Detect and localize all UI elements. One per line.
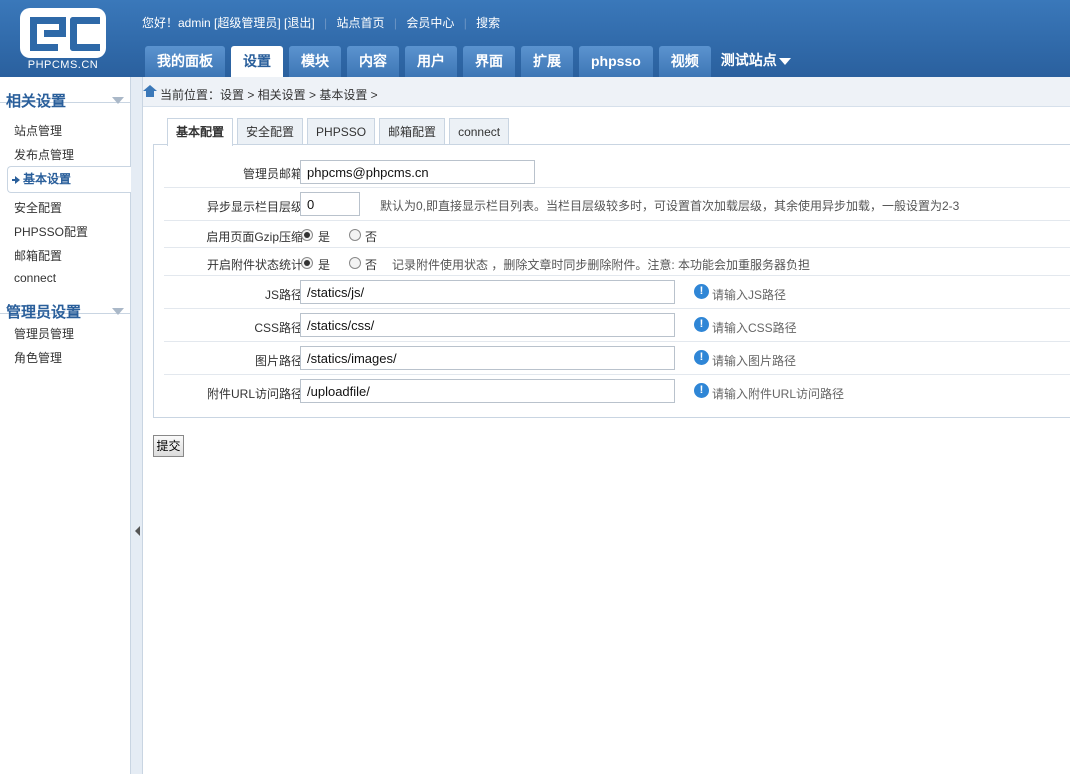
nav-panel[interactable]: 我的面板 (145, 46, 225, 77)
image-path-label: 图片路径 (254, 354, 303, 368)
nav-extensions[interactable]: 扩展 (521, 46, 573, 77)
tab-basic-config[interactable]: 基本配置 (167, 118, 234, 146)
gzip-yes-radio[interactable] (301, 229, 313, 241)
sidebar-group-title: 管理员设置 (6, 304, 82, 321)
sidebar: 相关设置 站点管理 发布点管理 基本设置 安全配置 PHPSSO配置 邮箱配置 … (0, 77, 131, 774)
sidebar-item-site-management[interactable]: 站点管理 (14, 122, 62, 139)
css-path-input[interactable] (300, 313, 675, 337)
sidebar-item-admin-management[interactable]: 管理员管理 (14, 325, 74, 342)
image-path-tip: 请输入图片路径 (712, 354, 797, 368)
sidebar-item-email[interactable]: 邮箱配置 (14, 247, 62, 264)
main-nav: 我的面板 设置 模块 内容 用户 界面 扩展 phpsso 视频 测试站点 (145, 46, 795, 77)
image-path-input[interactable] (300, 346, 675, 370)
member-center-link[interactable]: 会员中心 (406, 16, 454, 30)
attachment-stat-hint: 记录附件使用状态 ，删除文章时同步删除附件。注意: 本功能会加重服务器负担 (392, 258, 811, 272)
breadcrumb-bar: 当前位置：设置 > 相关设置 > 基本设置 > (143, 77, 1070, 107)
chevron-down-icon (112, 308, 124, 315)
caret-down-icon (778, 57, 791, 65)
sidebar-group-title: 相关设置 (6, 93, 67, 110)
tab-security-config[interactable]: 安全配置 (237, 118, 304, 145)
top-links: 您好！admin [超级管理员] [退出] | 站点首页 | 会员中心 | 搜索 (142, 14, 500, 31)
css-path-tip: 请输入CSS路径 (712, 321, 797, 335)
attachment-stat-no-radio[interactable] (349, 257, 361, 269)
js-path-input[interactable] (300, 280, 675, 304)
sidebar-item-label: 基本设置 (23, 172, 72, 186)
divider: | (393, 16, 397, 30)
site-selector[interactable]: 测试站点 (717, 46, 795, 77)
logo[interactable]: PHPCMS.CN (18, 8, 108, 71)
gzip-no-label[interactable]: 否 (365, 228, 377, 245)
logo-mark (20, 8, 106, 58)
settings-form: 管理员邮箱 异步显示栏目层级 默认为0,即直接显示栏目列表。当栏目层级较多时，可… (153, 144, 1070, 418)
nav-content[interactable]: 内容 (347, 46, 399, 77)
form-row-gzip: 启用页面Gzip压缩 是 否 (164, 221, 1070, 248)
category-levels-input[interactable] (300, 192, 360, 216)
form-row-category-levels: 异步显示栏目层级 默认为0,即直接显示栏目列表。当栏目层级较多时，可设置首次加载… (164, 188, 1070, 221)
nav-video[interactable]: 视频 (658, 46, 711, 77)
sidebar-item-connect[interactable]: connect (14, 271, 56, 285)
tab-bar: 基本配置 安全配置 PHPSSO 邮箱配置 connect (167, 118, 513, 146)
gzip-label: 启用页面Gzip压缩 (206, 230, 303, 244)
greeting: 您好！admin [超级管理员] (142, 16, 281, 30)
form-row-css-path: CSS路径 ! 请输入CSS路径 (164, 309, 1070, 342)
info-icon: ! (694, 284, 709, 299)
form-row-image-path: 图片路径 ! 请输入图片路径 (164, 342, 1070, 375)
arrow-right-icon (12, 175, 20, 184)
sidebar-item-security[interactable]: 安全配置 (14, 199, 62, 216)
category-levels-hint: 默认为0,即直接显示栏目列表。当栏目层级较多时，可设置首次加载层级，其余使用异步… (380, 199, 960, 213)
tab-email-config[interactable]: 邮箱配置 (379, 118, 446, 145)
form-row-attachment-stat: 开启附件状态统计 是 否 记录附件使用状态 ，删除文章时同步删除附件。注意: 本… (164, 248, 1070, 276)
nav-interface[interactable]: 界面 (463, 46, 515, 77)
sidebar-splitter[interactable] (131, 77, 143, 774)
css-path-label: CSS路径 (254, 321, 303, 335)
nav-users[interactable]: 用户 (405, 46, 457, 77)
nav-settings[interactable]: 设置 (231, 46, 283, 77)
attachment-stat-yes-radio[interactable] (301, 257, 313, 269)
info-icon: ! (694, 350, 709, 365)
sidebar-item-roles[interactable]: 角色管理 (14, 349, 62, 366)
admin-email-input[interactable] (300, 160, 535, 184)
upload-url-label: 附件URL访问路径 (206, 387, 303, 401)
search-link[interactable]: 搜索 (476, 16, 500, 30)
info-icon: ! (694, 317, 709, 332)
sidebar-group-related[interactable]: 相关设置 (0, 77, 130, 110)
attachment-stat-label: 开启附件状态统计 (206, 258, 303, 272)
sidebar-item-publish-points[interactable]: 发布点管理 (14, 146, 74, 163)
site-home-link[interactable]: 站点首页 (337, 16, 385, 30)
sidebar-item-basic-settings[interactable]: 基本设置 (7, 166, 131, 193)
submit-button[interactable]: 提交 (153, 435, 184, 457)
nav-phpsso[interactable]: phpsso (579, 46, 653, 77)
nav-modules[interactable]: 模块 (289, 46, 341, 77)
gzip-yes-label[interactable]: 是 (318, 228, 330, 245)
sidebar-item-phpsso[interactable]: PHPSSO配置 (14, 223, 88, 240)
upload-url-input[interactable] (300, 379, 675, 403)
logo-text: PHPCMS.CN (27, 59, 99, 71)
category-levels-label: 异步显示栏目层级 (206, 200, 303, 214)
divider: | (324, 16, 328, 30)
sidebar-group-admin[interactable]: 管理员设置 (0, 288, 130, 321)
attachment-stat-yes-label[interactable]: 是 (318, 256, 330, 273)
breadcrumb: 当前位置：设置 > 相关设置 > 基本设置 > (160, 88, 378, 102)
main-content: 当前位置：设置 > 相关设置 > 基本设置 > 基本配置 安全配置 PHPSSO 邮箱… (143, 77, 1070, 774)
home-icon (143, 85, 157, 97)
admin-email-label: 管理员邮箱 (242, 167, 303, 181)
upload-url-tip: 请输入附件URL访问路径 (712, 387, 845, 401)
divider: | (463, 16, 467, 30)
logout-link[interactable]: [退出] (284, 16, 315, 30)
attachment-stat-no-label[interactable]: 否 (365, 256, 377, 273)
tab-connect[interactable]: connect (449, 118, 510, 145)
form-row-js-path: JS路径 ! 请输入JS路径 (164, 276, 1070, 309)
site-selector-label: 测试站点 (720, 52, 777, 68)
js-path-label: JS路径 (264, 288, 303, 302)
js-path-tip: 请输入JS路径 (712, 288, 787, 302)
info-icon: ! (694, 383, 709, 398)
chevron-down-icon (112, 97, 124, 104)
gzip-no-radio[interactable] (349, 229, 361, 241)
tab-phpsso[interactable]: PHPSSO (307, 118, 376, 145)
collapse-arrow-icon[interactable] (135, 526, 140, 536)
header: PHPCMS.CN 您好！admin [超级管理员] [退出] | 站点首页 |… (0, 0, 1070, 77)
form-row-upload-url: 附件URL访问路径 ! 请输入附件URL访问路径 (164, 375, 1070, 408)
form-row-admin-email: 管理员邮箱 (164, 155, 1070, 188)
